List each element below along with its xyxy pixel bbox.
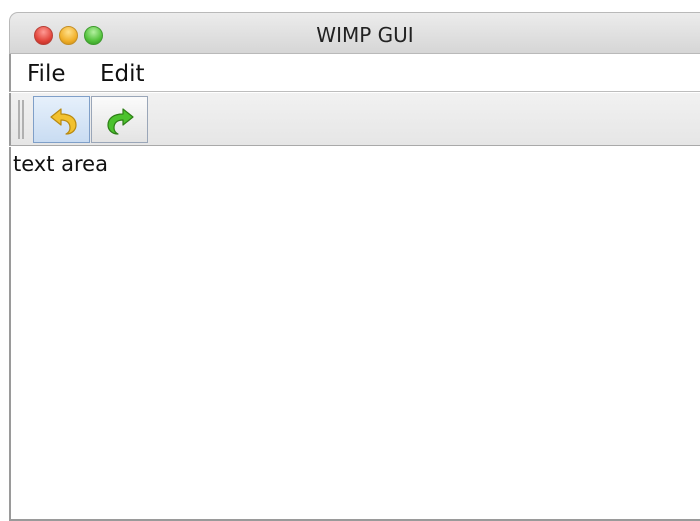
redo-arrow-icon [107, 108, 134, 135]
title-bar[interactable]: WIMP GUI [9, 12, 700, 54]
undo-button[interactable] [33, 96, 90, 143]
toolbar-grip-handle[interactable] [18, 100, 24, 139]
app-window: WIMP GUI File Edit text area [0, 0, 700, 521]
text-area[interactable]: text area [9, 147, 700, 521]
menu-file[interactable]: File [27, 54, 66, 92]
undo-arrow-icon [50, 108, 77, 135]
window-title: WIMP GUI [316, 23, 414, 47]
menu-edit[interactable]: Edit [100, 54, 145, 92]
menu-bar: File Edit [9, 54, 700, 92]
text-area-content: text area [13, 152, 108, 176]
toolbar [9, 93, 700, 146]
redo-button[interactable] [91, 96, 148, 143]
